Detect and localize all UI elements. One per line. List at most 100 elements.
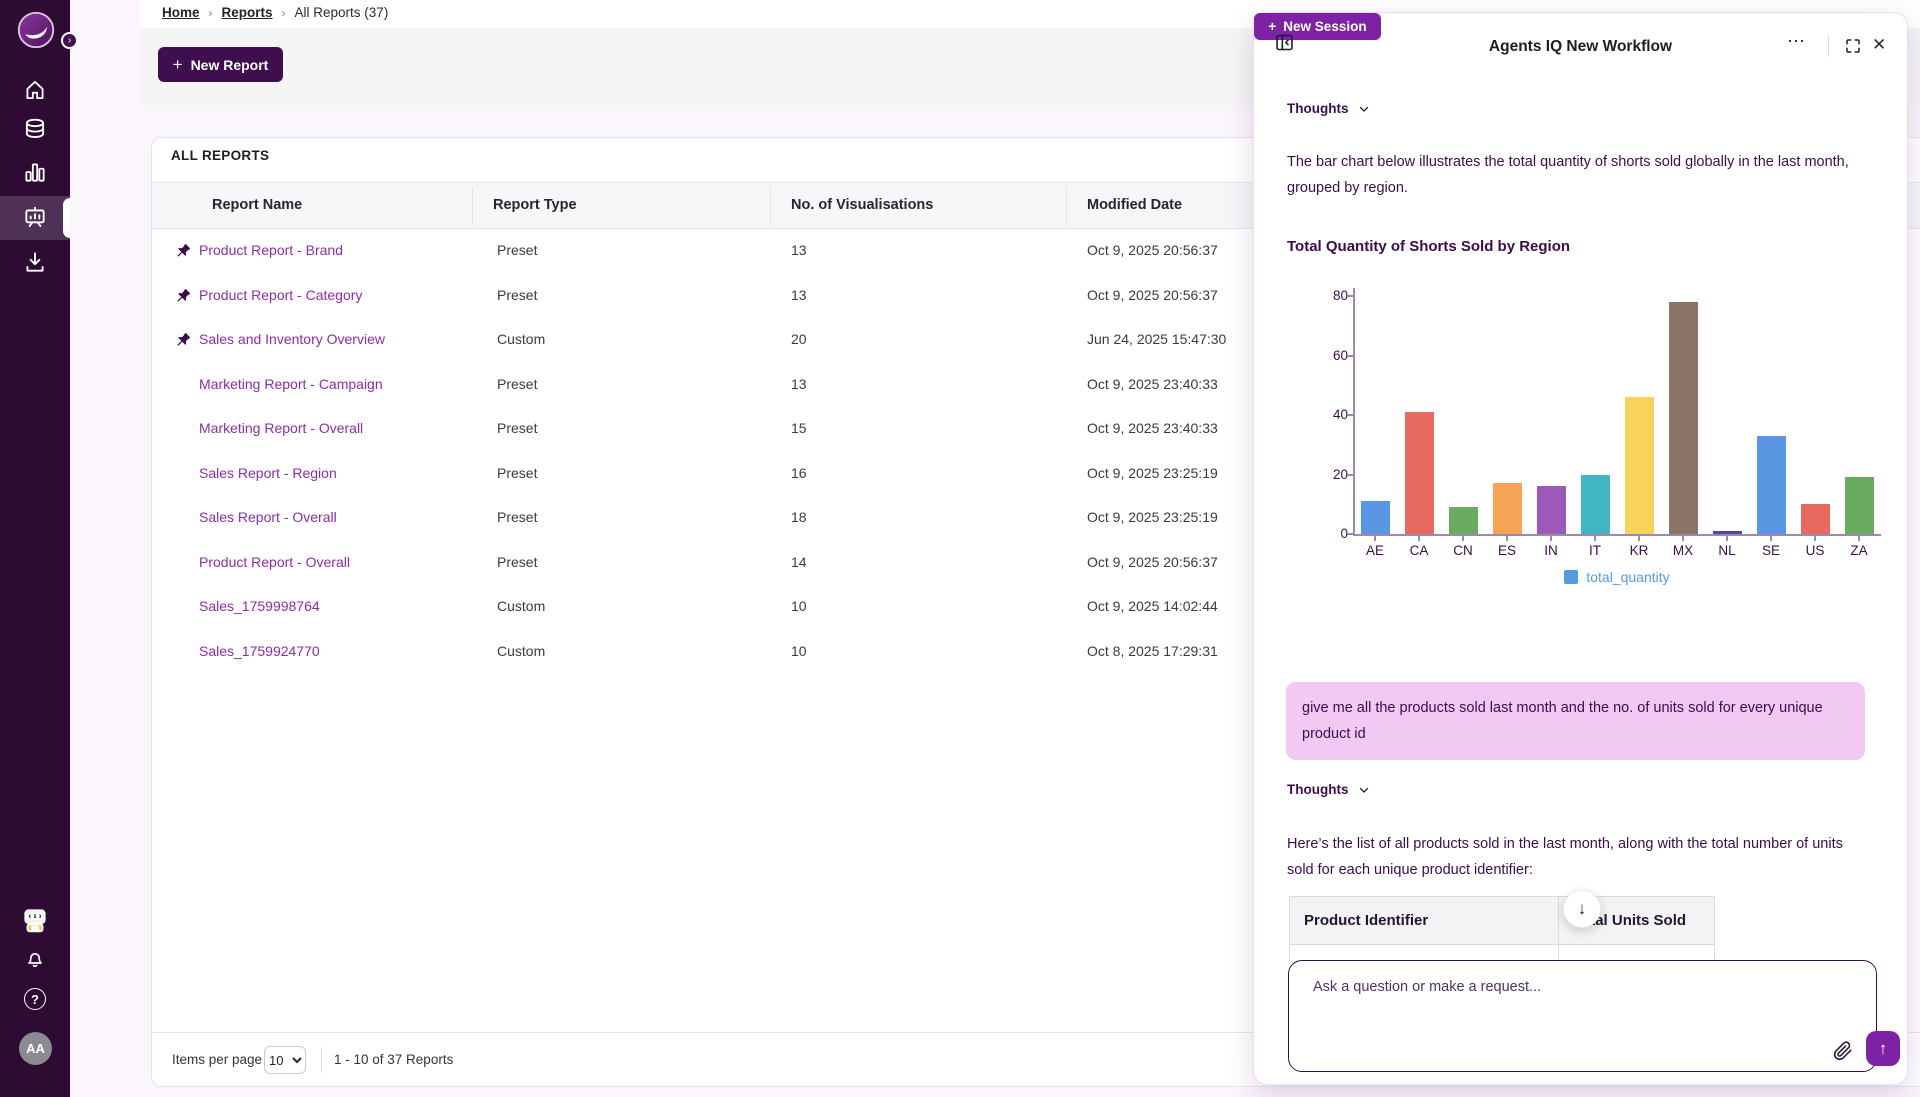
x-tick bbox=[1462, 536, 1464, 541]
x-tick-label: NL bbox=[1705, 543, 1749, 558]
sidebar-item-notifications[interactable] bbox=[0, 936, 70, 980]
more-options-button[interactable]: ⋯ bbox=[1787, 31, 1806, 52]
user-avatar[interactable]: AA bbox=[19, 1032, 52, 1065]
y-tick bbox=[1347, 295, 1353, 297]
scroll-to-bottom-button[interactable]: ↓ bbox=[1563, 890, 1601, 928]
sidebar-item-data[interactable] bbox=[0, 108, 70, 152]
header-divider bbox=[1828, 35, 1829, 57]
report-modified-cell: Oct 9, 2025 23:25:19 bbox=[1087, 465, 1218, 481]
pagination-divider bbox=[321, 1047, 322, 1073]
report-visualisations-cell: 18 bbox=[791, 509, 807, 525]
bar-MX bbox=[1669, 302, 1698, 534]
send-message-button[interactable]: ↑ bbox=[1866, 1031, 1900, 1066]
report-modified-cell: Oct 9, 2025 23:25:19 bbox=[1087, 509, 1218, 525]
x-tick bbox=[1770, 536, 1772, 541]
x-tick-label: MX bbox=[1661, 543, 1705, 558]
y-tick bbox=[1347, 533, 1353, 535]
chevron-right-icon: › bbox=[68, 35, 71, 46]
report-type-cell: Preset bbox=[497, 554, 537, 570]
breadcrumb-separator-icon: › bbox=[209, 6, 213, 20]
report-name-link[interactable]: Sales_1759998764 bbox=[199, 598, 320, 614]
close-panel-button[interactable]: ✕ bbox=[1872, 35, 1886, 55]
pagination-range: 1 - 10 of 37 Reports bbox=[334, 1052, 453, 1067]
col-header-report-name: Report Name bbox=[212, 197, 302, 213]
bar-CA bbox=[1405, 412, 1434, 534]
report-modified-cell: Oct 9, 2025 20:56:37 bbox=[1087, 242, 1218, 258]
home-icon bbox=[22, 77, 48, 103]
pin-icon bbox=[176, 288, 191, 308]
pin-icon bbox=[176, 332, 191, 352]
report-type-cell: Preset bbox=[497, 287, 537, 303]
breadcrumb-reports-link[interactable]: Reports bbox=[222, 5, 273, 20]
agents-iq-panel: + New Session Agents IQ New Workflow ⋯ ✕… bbox=[1253, 12, 1908, 1085]
bar-IT bbox=[1581, 475, 1610, 535]
report-type-cell: Preset bbox=[497, 465, 537, 481]
x-tick bbox=[1374, 536, 1376, 541]
bar-KR bbox=[1625, 397, 1654, 534]
report-name-link[interactable]: Sales Report - Overall bbox=[199, 509, 337, 525]
paperclip-icon bbox=[1833, 1041, 1853, 1061]
report-name-link[interactable]: Sales and Inventory Overview bbox=[199, 331, 385, 347]
avatar-initials: AA bbox=[26, 1041, 45, 1056]
breadcrumb-home-link[interactable]: Home bbox=[162, 5, 200, 20]
report-name-link[interactable]: Sales Report - Region bbox=[199, 465, 337, 481]
report-name-link[interactable]: Marketing Report - Campaign bbox=[199, 376, 383, 392]
expand-panel-button[interactable] bbox=[1844, 37, 1862, 58]
sidebar-item-downloads[interactable] bbox=[0, 240, 70, 284]
plus-icon: + bbox=[173, 55, 183, 75]
report-visualisations-cell: 16 bbox=[791, 465, 807, 481]
header-divider bbox=[1066, 187, 1067, 226]
expand-panel-icon bbox=[1844, 37, 1862, 55]
report-type-cell: Preset bbox=[497, 420, 537, 436]
report-name-link[interactable]: Product Report - Category bbox=[199, 287, 362, 303]
download-icon bbox=[22, 249, 48, 275]
report-modified-cell: Oct 9, 2025 14:02:44 bbox=[1087, 598, 1218, 614]
sidebar-item-help[interactable]: ? bbox=[24, 988, 46, 1010]
report-modified-cell: Oct 9, 2025 23:40:33 bbox=[1087, 376, 1218, 392]
help-icon: ? bbox=[31, 992, 39, 1007]
bar-ES bbox=[1493, 483, 1522, 534]
thoughts-toggle[interactable]: Thoughts bbox=[1287, 782, 1370, 797]
arrow-up-icon: ↑ bbox=[1879, 1039, 1888, 1058]
report-name-link[interactable]: Product Report - Brand bbox=[199, 242, 343, 258]
thoughts-label: Thoughts bbox=[1287, 782, 1348, 797]
col-header-report-type: Report Type bbox=[493, 197, 577, 213]
report-name-link[interactable]: Sales_1759924770 bbox=[199, 643, 320, 659]
sidebar-item-reports[interactable] bbox=[0, 196, 70, 240]
thoughts-label: Thoughts bbox=[1287, 101, 1348, 116]
section-title: ALL REPORTS bbox=[171, 148, 269, 163]
attach-file-button[interactable] bbox=[1833, 1041, 1853, 1064]
pin-icon bbox=[176, 243, 191, 263]
report-visualisations-cell: 13 bbox=[791, 287, 807, 303]
col-header-visualisations: No. of Visualisations bbox=[791, 197, 933, 213]
x-tick-label: IT bbox=[1573, 543, 1617, 558]
report-visualisations-cell: 14 bbox=[791, 554, 807, 570]
page-size-select[interactable]: 10 bbox=[264, 1046, 306, 1074]
x-tick bbox=[1506, 536, 1508, 541]
reports-presentation-icon bbox=[22, 205, 48, 231]
sidebar-expand-button[interactable]: › bbox=[61, 32, 78, 49]
database-icon bbox=[22, 117, 48, 143]
result-table-header: Product Identifier Total Units Sold bbox=[1289, 896, 1715, 945]
report-visualisations-cell: 10 bbox=[791, 643, 807, 659]
thoughts-toggle[interactable]: Thoughts bbox=[1287, 101, 1370, 116]
bar-chart: total_quantity 020406080AECACNESINITKRMX… bbox=[1284, 281, 1896, 593]
header-divider bbox=[770, 187, 771, 226]
bar-SE bbox=[1757, 436, 1786, 534]
report-name-link[interactable]: Product Report - Overall bbox=[199, 554, 350, 570]
new-report-label: New Report bbox=[191, 57, 269, 73]
items-per-page-label: Items per page bbox=[172, 1052, 262, 1067]
chat-input[interactable] bbox=[1313, 979, 1793, 1055]
report-type-cell: Custom bbox=[497, 643, 545, 659]
assistant-robot-icon bbox=[21, 906, 49, 934]
chart-title: Total Quantity of Shorts Sold by Region bbox=[1287, 238, 1570, 255]
sidebar-item-analytics[interactable] bbox=[0, 150, 70, 194]
bar-AE bbox=[1361, 501, 1390, 534]
chart-legend: total_quantity bbox=[1353, 569, 1881, 585]
new-report-button[interactable]: + New Report bbox=[158, 47, 283, 82]
sidebar-item-home[interactable] bbox=[0, 68, 70, 112]
report-name-link[interactable]: Marketing Report - Overall bbox=[199, 420, 363, 436]
y-tick-label: 60 bbox=[1314, 348, 1348, 363]
x-tick-label: ES bbox=[1485, 543, 1529, 558]
report-visualisations-cell: 13 bbox=[791, 242, 807, 258]
